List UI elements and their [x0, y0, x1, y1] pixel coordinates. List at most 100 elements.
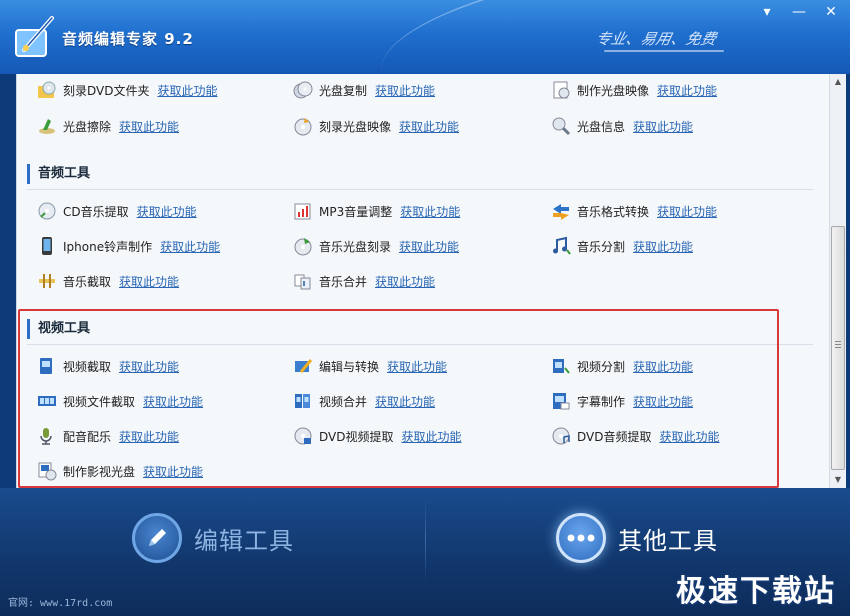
- tool-name: 配音配乐: [63, 429, 112, 444]
- tools-panel: 刻录DVD文件夹 获取此功能 光盘复制 获取此功能 制作光盘映像 获取此功能 光…: [16, 74, 846, 488]
- get-feature-link[interactable]: 获取此功能: [143, 463, 203, 480]
- edit-tools-label: 编辑工具: [194, 526, 294, 555]
- tool-name: 光盘复制: [319, 83, 368, 98]
- tool-name: CD音乐提取: [63, 204, 129, 219]
- burn-image-icon: [294, 118, 312, 136]
- get-feature-link[interactable]: 获取此功能: [375, 82, 435, 99]
- tool-name: MP3音量调整: [319, 204, 393, 219]
- section-title-audio: 音频工具: [27, 164, 90, 184]
- tool-item: 刻录光盘映像 获取此功能: [293, 114, 459, 138]
- film-strip-icon: [38, 396, 56, 406]
- video-split-icon: [553, 359, 570, 374]
- get-feature-link[interactable]: 获取此功能: [143, 393, 203, 410]
- get-feature-link[interactable]: 获取此功能: [375, 393, 435, 410]
- scroll-down-arrow-icon[interactable]: ▼: [830, 472, 846, 488]
- more-dots-icon: [556, 513, 606, 563]
- tool-name: 音乐合并: [319, 274, 368, 289]
- volume-icon: [294, 203, 311, 220]
- tool-item: 刻录DVD文件夹 获取此功能: [37, 78, 218, 102]
- other-tools-button[interactable]: 其他工具: [556, 506, 718, 570]
- get-feature-link[interactable]: 获取此功能: [160, 238, 220, 255]
- movie-disc-icon: [38, 462, 57, 481]
- video-cut-icon: [40, 358, 52, 374]
- tool-item: 音乐光盘刻录 获取此功能: [293, 234, 459, 258]
- tool-item: 字幕制作 获取此功能: [551, 389, 693, 413]
- get-feature-link[interactable]: 获取此功能: [657, 203, 717, 220]
- get-feature-link[interactable]: 获取此功能: [659, 428, 719, 445]
- tools-row: 视频文件截取 获取此功能 视频合并 获取此功能 字幕制作 获取此功能: [17, 389, 817, 413]
- video-merge-icon: [295, 394, 310, 408]
- tool-name: 光盘擦除: [63, 119, 112, 134]
- tools-row: Iphone铃声制作 获取此功能 音乐光盘刻录 获取此功能 音乐分割 获取此功能: [17, 234, 817, 258]
- tool-item: DVD音频提取 获取此功能: [551, 424, 720, 448]
- tool-name: 制作光盘映像: [577, 83, 650, 98]
- section-divider: [27, 344, 813, 345]
- get-feature-link[interactable]: 获取此功能: [633, 238, 693, 255]
- official-site-text: 官网: www.17rd.com: [8, 598, 113, 609]
- get-feature-link[interactable]: 获取此功能: [633, 118, 693, 135]
- tool-name: 编辑与转换: [319, 359, 380, 374]
- video-edit-icon: [295, 359, 313, 373]
- get-feature-link[interactable]: 获取此功能: [119, 428, 179, 445]
- menu-button[interactable]: ▾: [754, 4, 780, 22]
- tools-row: 配音配乐 获取此功能 DVD视频提取 获取此功能 DVD音频提取 获取此功能: [17, 424, 817, 448]
- disc-image-icon: [553, 81, 570, 99]
- tool-item: DVD视频提取 获取此功能: [293, 424, 462, 448]
- get-feature-link[interactable]: 获取此功能: [375, 273, 435, 290]
- tool-item: MP3音量调整 获取此功能: [293, 199, 460, 223]
- slogan: 专业、易用、免费: [593, 30, 718, 48]
- tool-item: 光盘信息 获取此功能: [551, 114, 693, 138]
- edit-tools-button[interactable]: 编辑工具: [132, 506, 294, 570]
- tool-name: 音乐格式转换: [577, 204, 650, 219]
- music-split-icon: [553, 236, 571, 255]
- dvd-folder-icon: [38, 81, 56, 98]
- section-title-video: 视频工具: [27, 319, 90, 339]
- scroll-thumb[interactable]: [831, 226, 845, 470]
- watermark-text: 极速下载站: [676, 574, 836, 609]
- disc-erase-icon: [39, 119, 55, 134]
- tool-item: 光盘复制 获取此功能: [293, 78, 435, 102]
- get-feature-link[interactable]: 获取此功能: [400, 203, 460, 220]
- slogan-underline: [604, 50, 724, 52]
- tool-name: DVD视频提取: [319, 429, 394, 444]
- get-feature-link[interactable]: 获取此功能: [657, 82, 717, 99]
- get-feature-link[interactable]: 获取此功能: [119, 273, 179, 290]
- get-feature-link[interactable]: 获取此功能: [119, 118, 179, 135]
- minimize-button[interactable]: —: [786, 4, 812, 22]
- tool-name: 视频合并: [319, 394, 368, 409]
- tool-name: DVD音频提取: [577, 429, 652, 444]
- subtitle-icon: [553, 393, 570, 410]
- get-feature-link[interactable]: 获取此功能: [401, 428, 461, 445]
- tool-name: 视频分割: [577, 359, 626, 374]
- disc-copy-icon: [293, 81, 313, 99]
- get-feature-link[interactable]: 获取此功能: [633, 358, 693, 375]
- get-feature-link[interactable]: 获取此功能: [399, 118, 459, 135]
- window-controls: ▾ — ✕: [754, 4, 844, 22]
- nav-divider: [425, 498, 426, 582]
- thumb-grip-icon: [835, 341, 841, 349]
- close-button[interactable]: ✕: [818, 4, 844, 22]
- tool-item: 编辑与转换 获取此功能: [293, 354, 447, 378]
- app-logo-icon: [15, 16, 54, 57]
- vertical-scrollbar[interactable]: ▲ ▼: [829, 74, 846, 488]
- scroll-up-arrow-icon[interactable]: ▲: [830, 74, 846, 90]
- get-feature-link[interactable]: 获取此功能: [119, 358, 179, 375]
- tool-item: 制作光盘映像 获取此功能: [551, 78, 717, 102]
- get-feature-link[interactable]: 获取此功能: [137, 203, 197, 220]
- get-feature-link[interactable]: 获取此功能: [157, 82, 217, 99]
- get-feature-link[interactable]: 获取此功能: [387, 358, 447, 375]
- music-merge-icon: [294, 274, 311, 290]
- get-feature-link[interactable]: 获取此功能: [633, 393, 693, 410]
- tool-item: 音乐分割 获取此功能: [551, 234, 693, 258]
- dvd-audio-icon: [552, 427, 570, 445]
- tool-name: 音乐分割: [577, 239, 626, 254]
- cd-rip-icon: [38, 202, 56, 220]
- pencil-icon: [132, 513, 182, 563]
- section-divider: [27, 189, 813, 190]
- tool-item: 视频截取 获取此功能: [37, 354, 179, 378]
- dubbing-icon: [40, 428, 52, 445]
- tool-item: 视频文件截取 获取此功能: [37, 389, 203, 413]
- tool-item: 视频合并 获取此功能: [293, 389, 435, 413]
- get-feature-link[interactable]: 获取此功能: [399, 238, 459, 255]
- tool-item: 音乐格式转换 获取此功能: [551, 199, 717, 223]
